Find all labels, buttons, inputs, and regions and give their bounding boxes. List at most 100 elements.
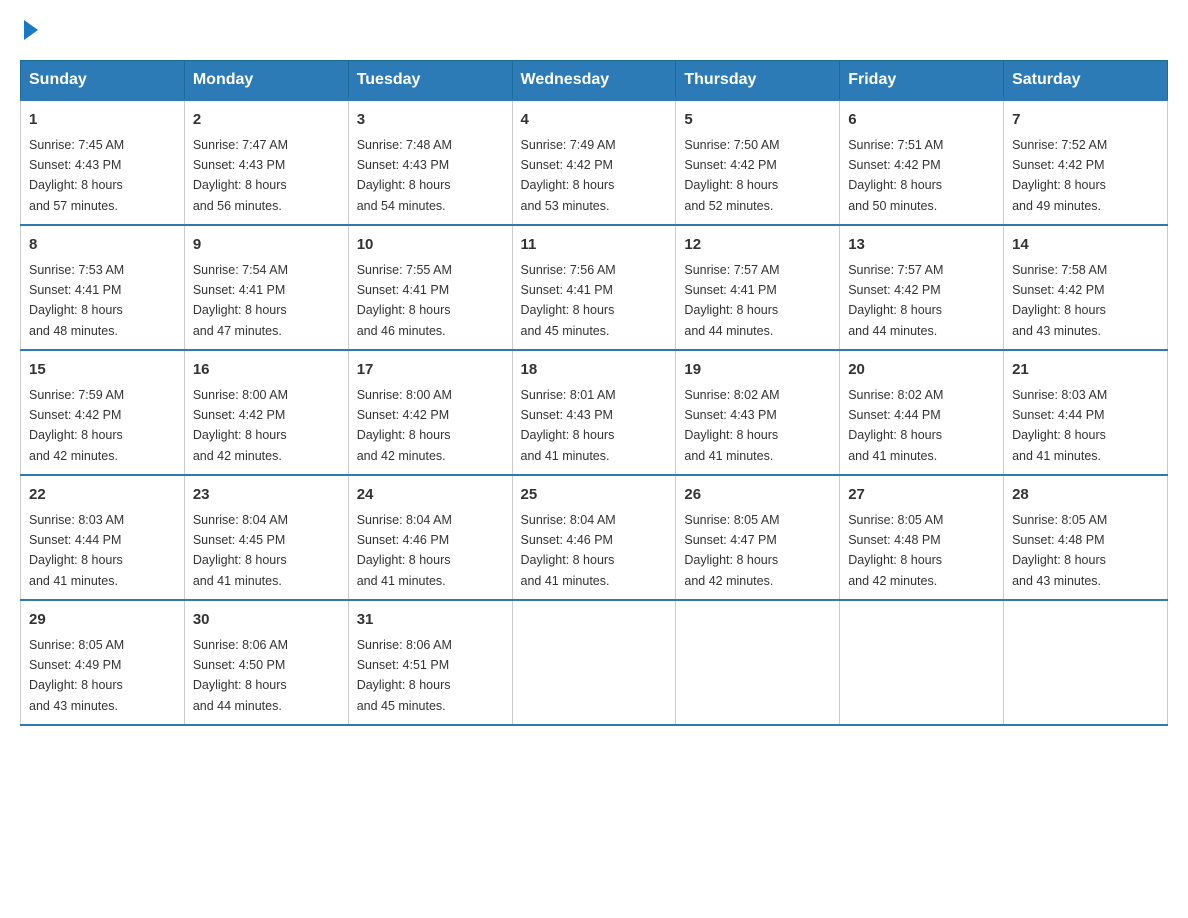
calendar-day-cell — [676, 600, 840, 725]
logo-blue-text — [20, 20, 38, 40]
day-number: 25 — [521, 484, 668, 507]
calendar-day-cell: 15 Sunrise: 7:59 AMSunset: 4:42 PMDaylig… — [21, 350, 185, 475]
day-number: 10 — [357, 234, 504, 257]
day-number: 22 — [29, 484, 176, 507]
day-info: Sunrise: 7:57 AMSunset: 4:41 PMDaylight:… — [684, 263, 779, 338]
day-number: 19 — [684, 359, 831, 382]
calendar-day-cell: 30 Sunrise: 8:06 AMSunset: 4:50 PMDaylig… — [184, 600, 348, 725]
day-number: 6 — [848, 109, 995, 132]
calendar-day-cell: 2 Sunrise: 7:47 AMSunset: 4:43 PMDayligh… — [184, 100, 348, 225]
day-info: Sunrise: 7:55 AMSunset: 4:41 PMDaylight:… — [357, 263, 452, 338]
day-of-week-header: Tuesday — [348, 61, 512, 101]
day-info: Sunrise: 8:00 AMSunset: 4:42 PMDaylight:… — [357, 388, 452, 463]
calendar-day-cell: 24 Sunrise: 8:04 AMSunset: 4:46 PMDaylig… — [348, 475, 512, 600]
day-number: 2 — [193, 109, 340, 132]
calendar-day-cell: 21 Sunrise: 8:03 AMSunset: 4:44 PMDaylig… — [1004, 350, 1168, 475]
calendar-day-cell: 17 Sunrise: 8:00 AMSunset: 4:42 PMDaylig… — [348, 350, 512, 475]
day-of-week-header: Wednesday — [512, 61, 676, 101]
day-number: 8 — [29, 234, 176, 257]
calendar-day-cell: 5 Sunrise: 7:50 AMSunset: 4:42 PMDayligh… — [676, 100, 840, 225]
calendar-day-cell — [840, 600, 1004, 725]
calendar-day-cell: 4 Sunrise: 7:49 AMSunset: 4:42 PMDayligh… — [512, 100, 676, 225]
calendar-day-cell: 31 Sunrise: 8:06 AMSunset: 4:51 PMDaylig… — [348, 600, 512, 725]
day-number: 1 — [29, 109, 176, 132]
calendar-day-cell: 8 Sunrise: 7:53 AMSunset: 4:41 PMDayligh… — [21, 225, 185, 350]
day-info: Sunrise: 7:58 AMSunset: 4:42 PMDaylight:… — [1012, 263, 1107, 338]
day-of-week-header: Saturday — [1004, 61, 1168, 101]
day-of-week-header: Monday — [184, 61, 348, 101]
day-info: Sunrise: 7:47 AMSunset: 4:43 PMDaylight:… — [193, 138, 288, 213]
calendar-day-cell: 20 Sunrise: 8:02 AMSunset: 4:44 PMDaylig… — [840, 350, 1004, 475]
calendar-day-cell: 14 Sunrise: 7:58 AMSunset: 4:42 PMDaylig… — [1004, 225, 1168, 350]
calendar-day-cell: 25 Sunrise: 8:04 AMSunset: 4:46 PMDaylig… — [512, 475, 676, 600]
day-info: Sunrise: 7:51 AMSunset: 4:42 PMDaylight:… — [848, 138, 943, 213]
day-info: Sunrise: 8:04 AMSunset: 4:46 PMDaylight:… — [357, 513, 452, 588]
day-number: 30 — [193, 609, 340, 632]
day-info: Sunrise: 7:48 AMSunset: 4:43 PMDaylight:… — [357, 138, 452, 213]
day-info: Sunrise: 8:05 AMSunset: 4:49 PMDaylight:… — [29, 638, 124, 713]
logo-triangle-icon — [24, 20, 38, 40]
calendar-day-cell: 6 Sunrise: 7:51 AMSunset: 4:42 PMDayligh… — [840, 100, 1004, 225]
day-number: 21 — [1012, 359, 1159, 382]
day-number: 14 — [1012, 234, 1159, 257]
day-number: 17 — [357, 359, 504, 382]
day-info: Sunrise: 7:45 AMSunset: 4:43 PMDaylight:… — [29, 138, 124, 213]
day-of-week-header: Sunday — [21, 61, 185, 101]
day-number: 31 — [357, 609, 504, 632]
day-number: 24 — [357, 484, 504, 507]
day-number: 18 — [521, 359, 668, 382]
day-number: 7 — [1012, 109, 1159, 132]
calendar-week-row: 1 Sunrise: 7:45 AMSunset: 4:43 PMDayligh… — [21, 100, 1168, 225]
calendar-day-cell: 26 Sunrise: 8:05 AMSunset: 4:47 PMDaylig… — [676, 475, 840, 600]
calendar-day-cell — [1004, 600, 1168, 725]
day-of-week-header: Friday — [840, 61, 1004, 101]
day-info: Sunrise: 8:03 AMSunset: 4:44 PMDaylight:… — [29, 513, 124, 588]
calendar-day-cell: 10 Sunrise: 7:55 AMSunset: 4:41 PMDaylig… — [348, 225, 512, 350]
page-header — [20, 20, 1168, 40]
calendar-day-cell: 22 Sunrise: 8:03 AMSunset: 4:44 PMDaylig… — [21, 475, 185, 600]
day-number: 11 — [521, 234, 668, 257]
day-number: 12 — [684, 234, 831, 257]
day-info: Sunrise: 8:02 AMSunset: 4:44 PMDaylight:… — [848, 388, 943, 463]
day-info: Sunrise: 7:53 AMSunset: 4:41 PMDaylight:… — [29, 263, 124, 338]
day-info: Sunrise: 8:04 AMSunset: 4:46 PMDaylight:… — [521, 513, 616, 588]
calendar-day-cell: 29 Sunrise: 8:05 AMSunset: 4:49 PMDaylig… — [21, 600, 185, 725]
day-number: 15 — [29, 359, 176, 382]
calendar-day-cell: 28 Sunrise: 8:05 AMSunset: 4:48 PMDaylig… — [1004, 475, 1168, 600]
day-info: Sunrise: 7:56 AMSunset: 4:41 PMDaylight:… — [521, 263, 616, 338]
calendar-day-cell — [512, 600, 676, 725]
day-info: Sunrise: 8:02 AMSunset: 4:43 PMDaylight:… — [684, 388, 779, 463]
calendar-day-cell: 11 Sunrise: 7:56 AMSunset: 4:41 PMDaylig… — [512, 225, 676, 350]
calendar-week-row: 22 Sunrise: 8:03 AMSunset: 4:44 PMDaylig… — [21, 475, 1168, 600]
calendar-day-cell: 23 Sunrise: 8:04 AMSunset: 4:45 PMDaylig… — [184, 475, 348, 600]
day-info: Sunrise: 7:52 AMSunset: 4:42 PMDaylight:… — [1012, 138, 1107, 213]
day-info: Sunrise: 8:05 AMSunset: 4:47 PMDaylight:… — [684, 513, 779, 588]
day-number: 9 — [193, 234, 340, 257]
calendar-day-cell: 18 Sunrise: 8:01 AMSunset: 4:43 PMDaylig… — [512, 350, 676, 475]
day-number: 4 — [521, 109, 668, 132]
calendar-day-cell: 3 Sunrise: 7:48 AMSunset: 4:43 PMDayligh… — [348, 100, 512, 225]
logo — [20, 20, 38, 40]
calendar-day-cell: 27 Sunrise: 8:05 AMSunset: 4:48 PMDaylig… — [840, 475, 1004, 600]
day-number: 27 — [848, 484, 995, 507]
day-number: 23 — [193, 484, 340, 507]
calendar-week-row: 15 Sunrise: 7:59 AMSunset: 4:42 PMDaylig… — [21, 350, 1168, 475]
calendar-day-cell: 13 Sunrise: 7:57 AMSunset: 4:42 PMDaylig… — [840, 225, 1004, 350]
calendar-header-row: SundayMondayTuesdayWednesdayThursdayFrid… — [21, 61, 1168, 101]
calendar-week-row: 29 Sunrise: 8:05 AMSunset: 4:49 PMDaylig… — [21, 600, 1168, 725]
day-info: Sunrise: 8:06 AMSunset: 4:50 PMDaylight:… — [193, 638, 288, 713]
day-number: 5 — [684, 109, 831, 132]
calendar-week-row: 8 Sunrise: 7:53 AMSunset: 4:41 PMDayligh… — [21, 225, 1168, 350]
day-info: Sunrise: 7:54 AMSunset: 4:41 PMDaylight:… — [193, 263, 288, 338]
day-info: Sunrise: 8:04 AMSunset: 4:45 PMDaylight:… — [193, 513, 288, 588]
day-number: 26 — [684, 484, 831, 507]
day-info: Sunrise: 8:03 AMSunset: 4:44 PMDaylight:… — [1012, 388, 1107, 463]
day-number: 28 — [1012, 484, 1159, 507]
day-info: Sunrise: 7:59 AMSunset: 4:42 PMDaylight:… — [29, 388, 124, 463]
day-info: Sunrise: 8:06 AMSunset: 4:51 PMDaylight:… — [357, 638, 452, 713]
calendar-table: SundayMondayTuesdayWednesdayThursdayFrid… — [20, 60, 1168, 726]
day-number: 13 — [848, 234, 995, 257]
day-info: Sunrise: 8:00 AMSunset: 4:42 PMDaylight:… — [193, 388, 288, 463]
day-of-week-header: Thursday — [676, 61, 840, 101]
day-number: 3 — [357, 109, 504, 132]
